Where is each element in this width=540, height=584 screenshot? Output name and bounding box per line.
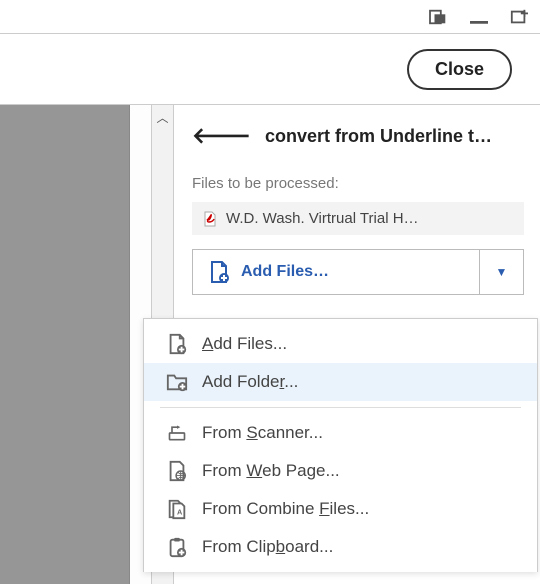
panel-header: 🡐 convert from Underline t…	[192, 123, 524, 149]
scanner-icon	[164, 422, 190, 444]
add-folder-icon	[164, 371, 190, 393]
svg-text:A: A	[177, 508, 183, 517]
menu-item-from-web[interactable]: From Web Page...	[144, 452, 537, 490]
section-label: Files to be processed:	[192, 175, 524, 192]
menu-label: Add Files...	[202, 334, 287, 354]
close-button[interactable]: Close	[407, 49, 512, 90]
menu-item-from-clipboard[interactable]: From Clipboard...	[144, 528, 537, 566]
toolbar-icon-1[interactable]	[428, 8, 450, 26]
add-file-icon	[164, 333, 190, 355]
add-files-dropdown-menu: Add Files... Add Folder... From Scanner.…	[143, 318, 538, 572]
menu-item-add-files[interactable]: Add Files...	[144, 325, 537, 363]
menu-separator	[160, 407, 521, 408]
close-row: Close	[0, 34, 540, 104]
menu-label: Add Folder...	[202, 372, 298, 392]
add-files-dropdown-caret[interactable]: ▼	[479, 250, 523, 294]
add-files-button[interactable]: Add Files…	[193, 250, 479, 294]
add-file-icon	[207, 260, 231, 284]
combine-files-icon: A	[164, 498, 190, 520]
toolbar-icon-2[interactable]	[468, 8, 490, 26]
add-files-bar: Add Files… ▼	[192, 249, 524, 295]
menu-item-from-scanner[interactable]: From Scanner...	[144, 414, 537, 452]
menu-label: From Web Page...	[202, 461, 340, 481]
menu-label: From Combine Files...	[202, 499, 369, 519]
file-item-label: W.D. Wash. Virtrual Trial H…	[226, 210, 419, 227]
menu-item-from-combine[interactable]: A From Combine Files...	[144, 490, 537, 528]
toolbar-top	[0, 0, 540, 34]
toolbar-icon-3[interactable]	[508, 8, 530, 26]
back-arrow-icon[interactable]: 🡐	[192, 123, 251, 149]
pdf-file-icon	[202, 211, 218, 227]
menu-label: From Scanner...	[202, 423, 323, 443]
menu-item-add-folder[interactable]: Add Folder...	[144, 363, 537, 401]
left-dark-panel	[0, 105, 130, 584]
clipboard-icon	[164, 536, 190, 558]
web-page-icon	[164, 460, 190, 482]
menu-label: From Clipboard...	[202, 537, 333, 557]
add-files-label: Add Files…	[241, 263, 329, 281]
panel-title: convert from Underline t…	[265, 126, 492, 147]
file-list-item[interactable]: W.D. Wash. Virtrual Trial H…	[192, 202, 524, 235]
